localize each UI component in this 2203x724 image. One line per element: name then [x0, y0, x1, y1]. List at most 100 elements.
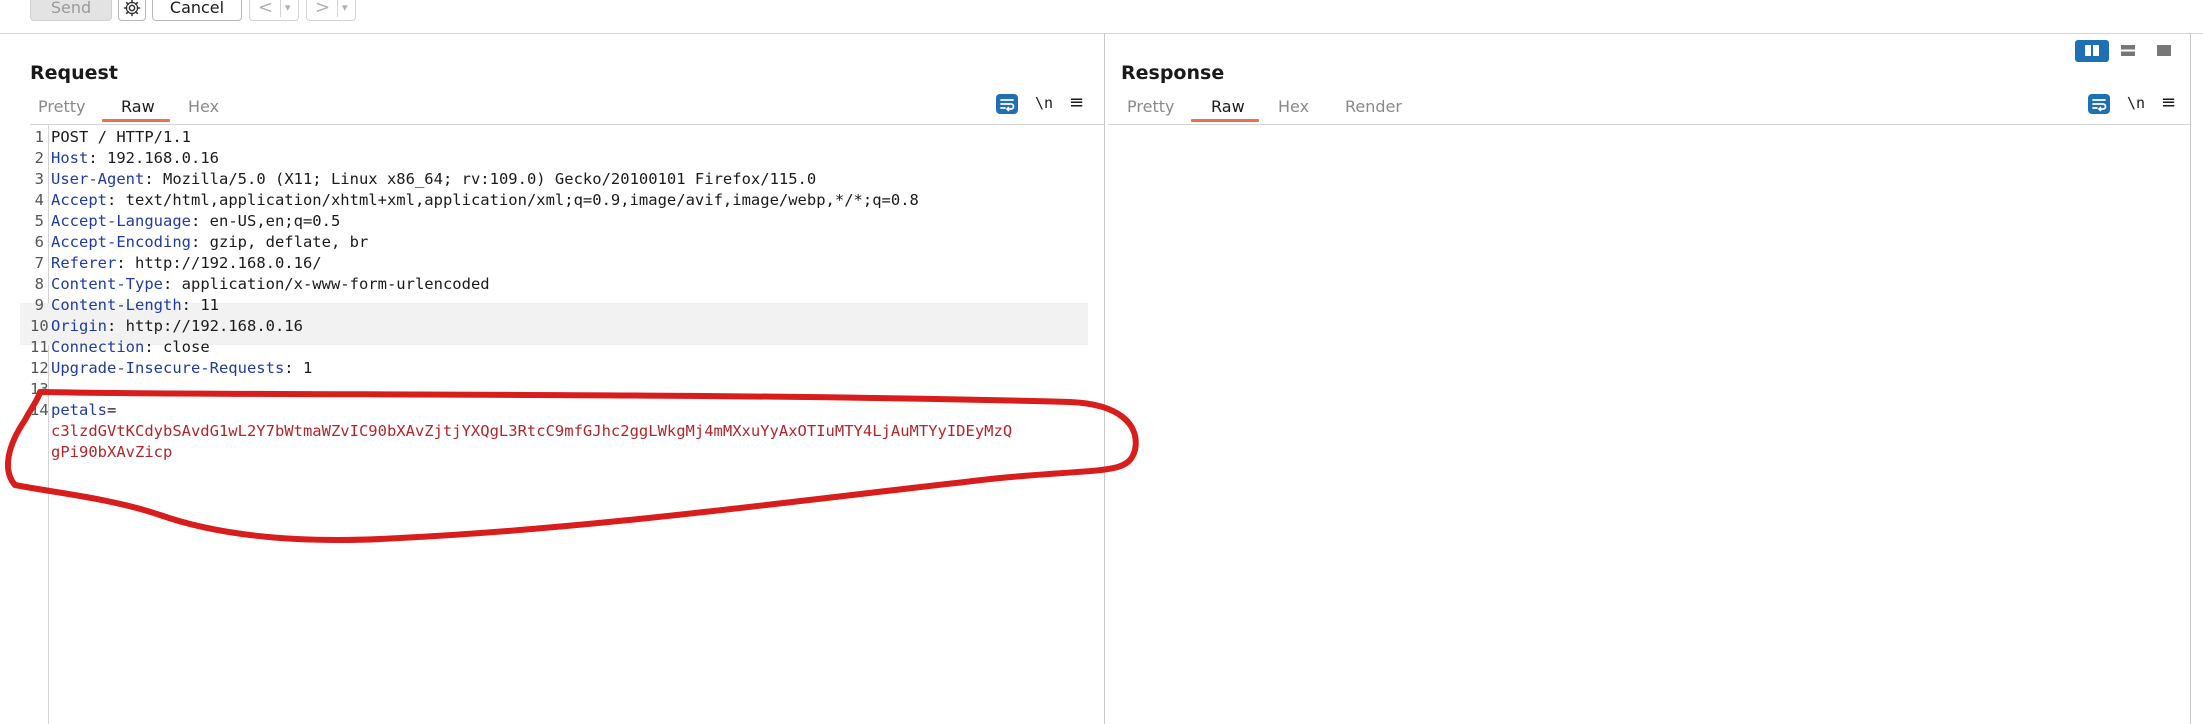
line-number: 1 [34, 128, 44, 146]
request-line: 3 User-Agent: Mozilla/5.0 (X11; Linux x86… [30, 169, 1090, 190]
separator: : [181, 296, 201, 314]
request-line: gPi90bXAvZicp [30, 442, 1090, 463]
chevron-right-icon: > [315, 0, 331, 18]
request-title: Request [30, 62, 118, 84]
response-tab-pretty[interactable]: Pretty [1127, 97, 1174, 116]
header-name: Accept-Encoding [51, 233, 191, 251]
layout-stacked-button[interactable] [2111, 40, 2145, 62]
separator: : [162, 275, 182, 293]
columns-icon [2085, 45, 2099, 56]
header-name: Content-Length [51, 296, 182, 314]
separator: : [190, 212, 210, 230]
request-line: 4 Accept: text/html,application/xhtml+xml… [30, 190, 1090, 211]
line-number: 3 [34, 170, 44, 188]
request-active-tab-indicator [102, 119, 170, 122]
response-tabs: Pretty Raw Hex Render [1121, 97, 1421, 123]
param-value: gPi90bXAvZicp [51, 443, 173, 461]
response-newline-toggle[interactable]: \n [2127, 94, 2145, 112]
request-line: 14 petals= [30, 400, 1090, 421]
header-name: Content-Type [51, 275, 163, 293]
request-line: 11 Connection: close [30, 337, 1090, 358]
line-number: 13 [30, 380, 49, 398]
line-number: 14 [30, 401, 49, 419]
separator: : [284, 359, 303, 377]
separator: : [107, 191, 126, 209]
request-line: 7 Referer: http://192.168.0.16/ [30, 253, 1090, 274]
word-wrap-icon [2092, 99, 2107, 112]
request-line: 13 [30, 379, 1090, 400]
line-number: 6 [34, 233, 44, 251]
header-value: en-US,en;q=0.5 [209, 212, 341, 230]
line-number: 7 [34, 254, 44, 272]
chevron-down-icon[interactable]: ▾ [342, 0, 348, 20]
request-line: 2 Host: 192.168.0.16 [30, 148, 1090, 169]
line-number: 10 [30, 317, 49, 335]
header-name: Connection [51, 338, 145, 356]
response-editor[interactable] [1108, 125, 2190, 724]
header-value: close [163, 338, 210, 356]
header-value: 11 [200, 296, 219, 314]
separator: = [107, 401, 117, 419]
request-line: 9 Content-Length: 11 [30, 295, 1090, 316]
request-line-text: POST / HTTP/1.1 [51, 128, 191, 146]
header-value: text/html,application/xhtml+xml,applicat… [125, 191, 919, 209]
window-edge [2190, 34, 2191, 724]
chevron-down-icon[interactable]: ▾ [285, 0, 291, 20]
layout-toggle [2075, 40, 2181, 62]
header-name: Upgrade-Insecure-Requests [51, 359, 285, 377]
header-value: Mozilla/5.0 (X11; Linux x86_64; rv:109.0… [163, 170, 817, 188]
forward-button[interactable]: > ▾ [306, 0, 356, 21]
header-value: application/x-www-form-urlencoded [181, 275, 490, 293]
settings-button[interactable] [118, 0, 146, 21]
request-tab-raw[interactable]: Raw [121, 97, 155, 116]
line-number: 4 [34, 191, 44, 209]
response-title: Response [1121, 62, 1225, 84]
param-name: petals [51, 401, 107, 419]
line-number: 12 [30, 359, 49, 377]
request-line: 5 Accept-Language: en-US,en;q=0.5 [30, 211, 1090, 232]
pane-divider[interactable] [1104, 34, 1105, 724]
request-editor[interactable]: 1 POST / HTTP/1.1 2 Host: 192.168.0.16 3 User… [30, 125, 1104, 724]
request-line: 10 Origin: http://192.168.0.16 [30, 316, 1090, 337]
layout-side-by-side-button[interactable] [2075, 40, 2109, 62]
request-wrap-toggle[interactable] [996, 94, 1018, 114]
request-line: 12 Upgrade-Insecure-Requests: 1 [30, 358, 1090, 379]
request-line: 1 POST / HTTP/1.1 [30, 127, 1090, 148]
response-tab-render[interactable]: Render [1345, 97, 1402, 116]
header-name: User-Agent [51, 170, 145, 188]
send-button[interactable]: Send [30, 0, 112, 21]
line-number: 11 [30, 338, 49, 356]
response-wrap-toggle[interactable] [2088, 94, 2110, 114]
header-value: 192.168.0.16 [107, 149, 219, 167]
header-name: Referer [51, 254, 117, 272]
back-button[interactable]: < ▾ [249, 0, 299, 21]
rows-icon [2121, 45, 2135, 56]
request-tab-pretty[interactable]: Pretty [38, 97, 85, 116]
word-wrap-icon [1000, 99, 1015, 112]
toolbar-divider [0, 33, 2203, 34]
request-tab-hex[interactable]: Hex [188, 97, 219, 116]
request-line: 6 Accept-Encoding: gzip, deflate, br [30, 232, 1090, 253]
request-newline-toggle[interactable]: \n [1035, 94, 1053, 112]
line-number: 8 [34, 275, 44, 293]
single-panel-icon [2157, 45, 2171, 56]
separator: : [144, 338, 163, 356]
toolbar: Send Cancel < ▾ > ▾ [0, 0, 2203, 33]
response-tab-raw[interactable]: Raw [1211, 97, 1245, 116]
cancel-button[interactable]: Cancel [152, 0, 242, 21]
layout-tabs-button[interactable] [2147, 40, 2181, 62]
header-name: Accept-Language [51, 212, 191, 230]
separator: : [116, 254, 135, 272]
separator: : [107, 317, 126, 335]
param-value: c3lzdGVtKCdybSAvdG1wL2Y7bWtmaWZvIC90bXAv… [51, 422, 1013, 440]
request-line: c3lzdGVtKCdybSAvdG1wL2Y7bWtmaWZvIC90bXAv… [30, 421, 1090, 442]
separator: : [144, 170, 163, 188]
request-line: 8 Content-Type: application/x-www-form-ur… [30, 274, 1090, 295]
line-number: 9 [34, 296, 44, 314]
separator: : [88, 149, 107, 167]
request-menu-icon[interactable]: ≡ [1069, 92, 1084, 113]
header-name: Origin [51, 317, 107, 335]
response-tab-hex[interactable]: Hex [1278, 97, 1309, 116]
response-menu-icon[interactable]: ≡ [2161, 92, 2176, 113]
line-number: 2 [34, 149, 44, 167]
